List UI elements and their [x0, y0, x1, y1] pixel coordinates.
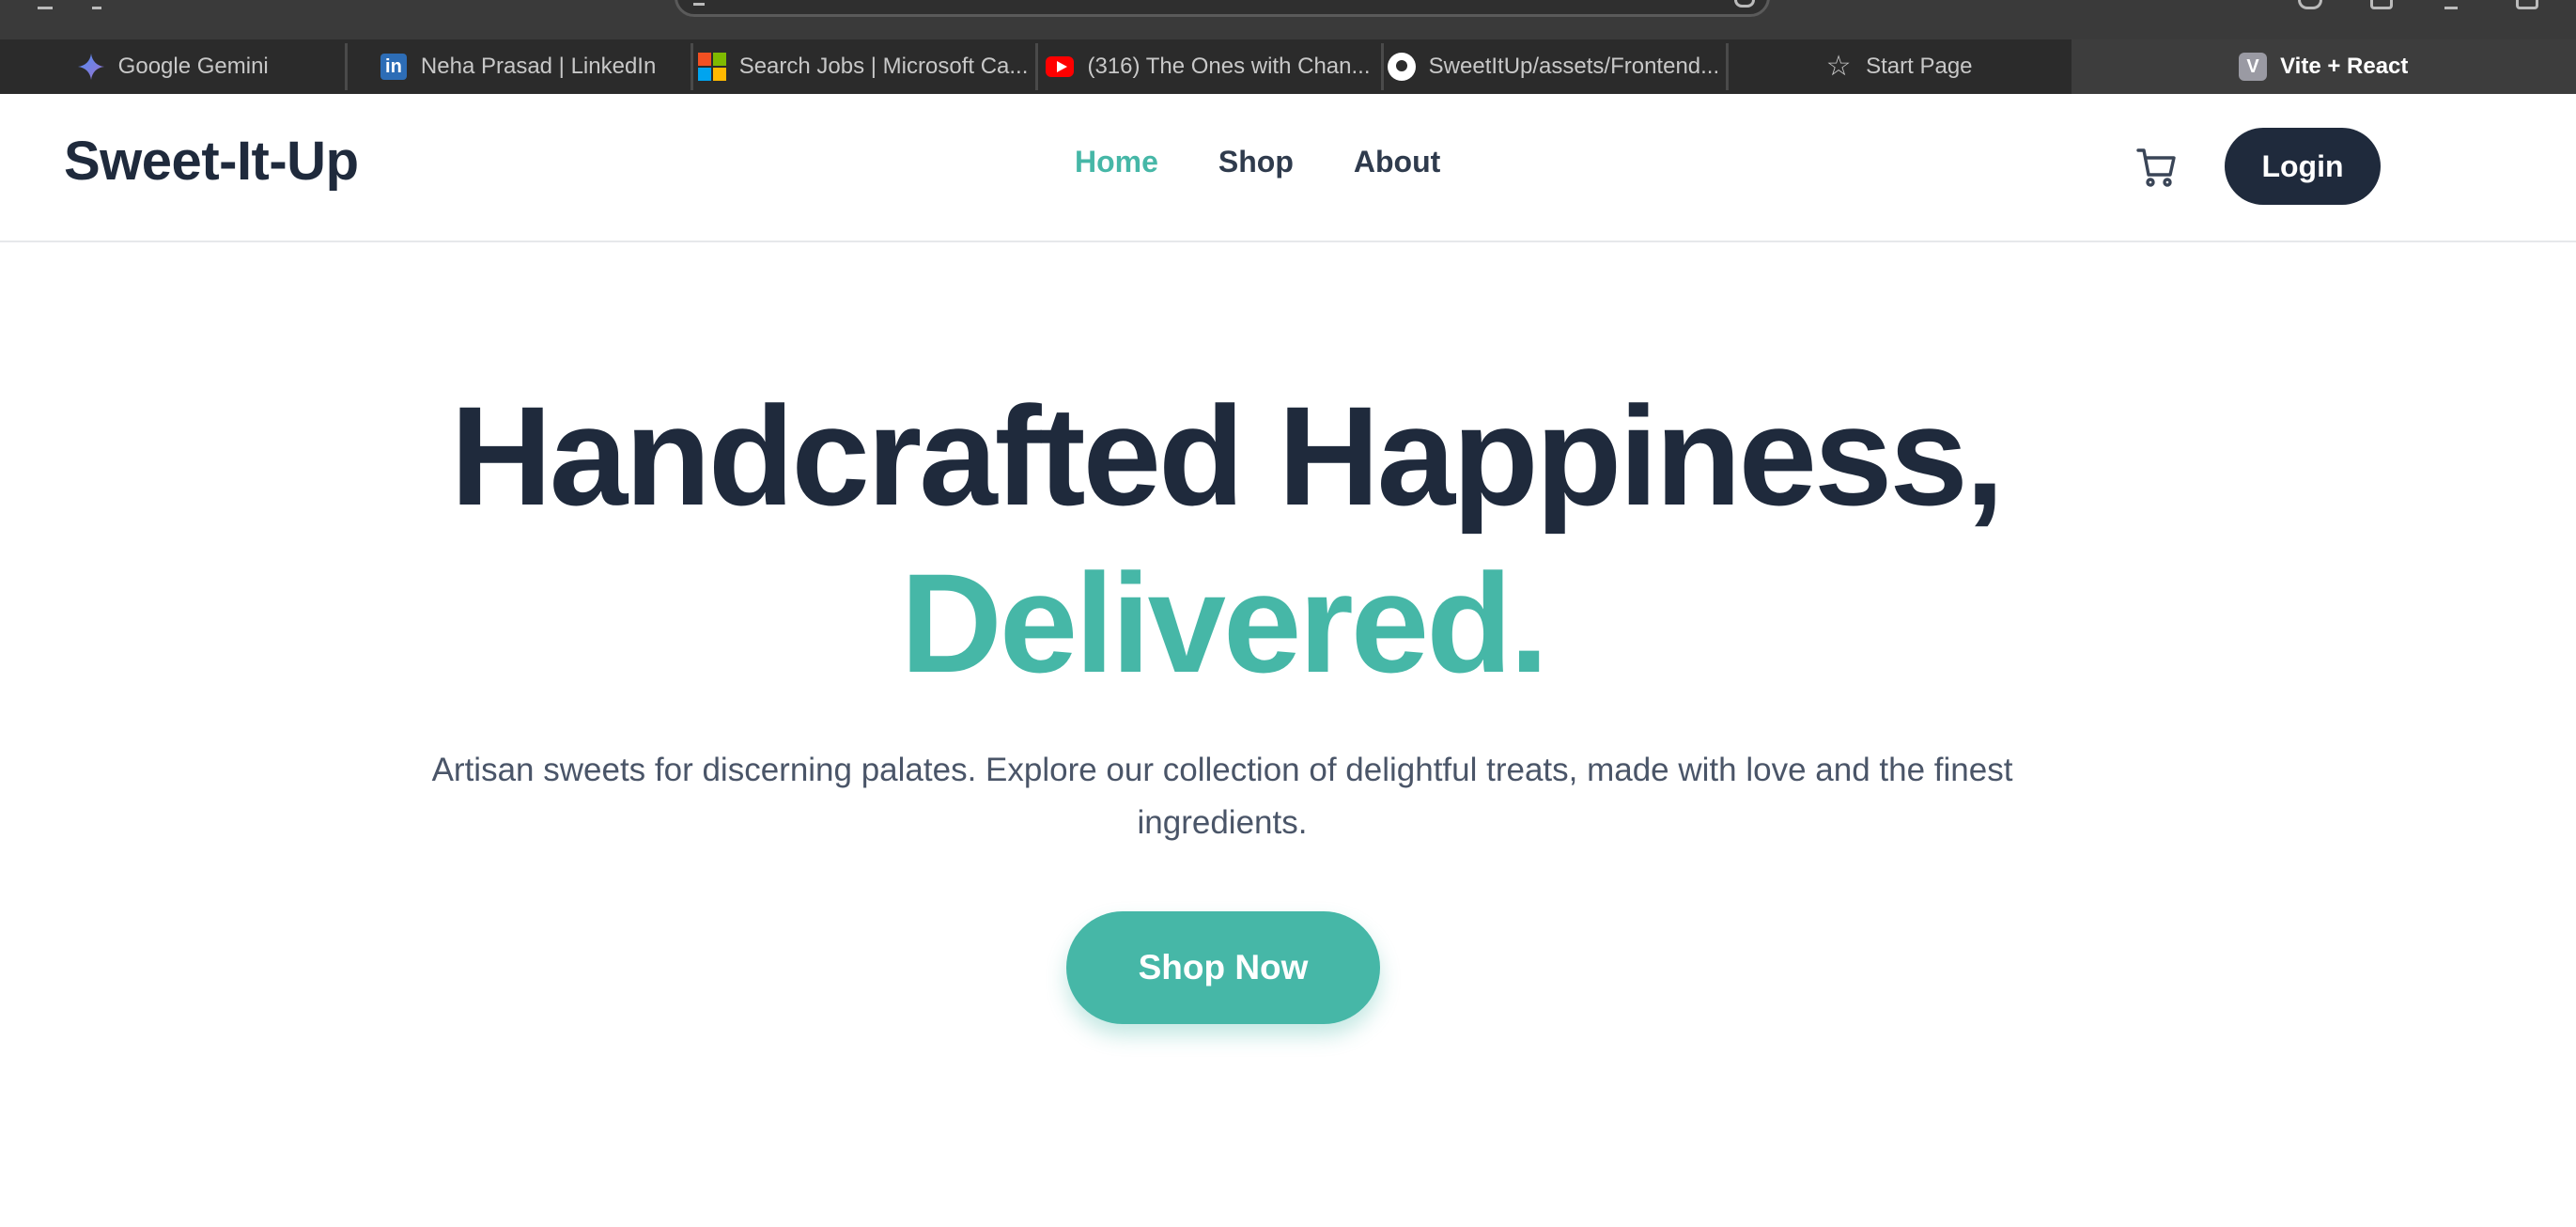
hero-title: Handcrafted Happiness, [450, 377, 2004, 535]
site-header: Sweet-It-Up Home Shop About Login [0, 94, 2576, 242]
window-icon[interactable] [2516, 0, 2538, 9]
tab-microsoft-careers[interactable]: Search Jobs | Microsoft Ca... [690, 39, 1035, 94]
linkedin-icon: in [380, 53, 408, 81]
browser-toolbar [0, 0, 2576, 39]
star-icon: ☆ [1825, 51, 1852, 82]
youtube-icon [1046, 53, 1075, 81]
tab-label: (316) The Ones with Chan... [1087, 54, 1371, 79]
tab-google-gemini[interactable]: Google Gemini [0, 39, 345, 94]
cart-icon[interactable] [2134, 145, 2180, 190]
github-icon [1387, 53, 1416, 81]
shop-now-button[interactable]: Shop Now [1066, 911, 1380, 1024]
tab-label: Vite + React [2280, 54, 2409, 79]
vite-icon: V [2239, 53, 2268, 81]
login-button[interactable]: Login [2225, 128, 2381, 205]
back-icon[interactable] [38, 0, 53, 9]
tab-label: Google Gemini [117, 54, 269, 79]
tab-label: Neha Prasad | LinkedIn [420, 54, 657, 79]
browser-tab-bar: Google Gemini in Neha Prasad | LinkedIn … [0, 39, 2576, 94]
address-bar[interactable] [675, 0, 1770, 17]
forward-icon[interactable] [92, 0, 101, 9]
account-icon[interactable] [2298, 0, 2322, 9]
hero-subtitle: Artisan sweets for discerning palates. E… [431, 752, 2013, 841]
tab-label: Search Jobs | Microsoft Ca... [738, 54, 1029, 79]
tab-linkedin[interactable]: in Neha Prasad | LinkedIn [345, 39, 690, 94]
brand-logo[interactable]: Sweet-It-Up [64, 130, 359, 193]
site-info-icon[interactable] [693, 0, 705, 6]
nav-link-about[interactable]: About [1354, 145, 1440, 179]
hero-title-accent: Delivered. [900, 544, 1548, 702]
tab-youtube[interactable]: (316) The Ones with Chan... [1035, 39, 1380, 94]
gemini-icon [77, 53, 105, 81]
nav-link-home[interactable]: Home [1075, 145, 1158, 179]
tab-start-page[interactable]: ☆ Start Page [1726, 39, 2071, 94]
microsoft-icon [697, 53, 726, 81]
sidebar-icon[interactable] [2370, 0, 2393, 9]
tab-label: Start Page [1866, 54, 1973, 79]
tab-github[interactable]: SweetItUp/assets/Frontend... [1380, 39, 1726, 94]
extensions-icon[interactable] [2444, 0, 2458, 9]
nav-link-shop[interactable]: Shop [1218, 145, 1294, 179]
main-nav: Home Shop About [1075, 145, 1440, 179]
tab-label: SweetItUp/assets/Frontend... [1428, 54, 1720, 79]
tab-vite-react[interactable]: V Vite + React [2071, 39, 2576, 94]
